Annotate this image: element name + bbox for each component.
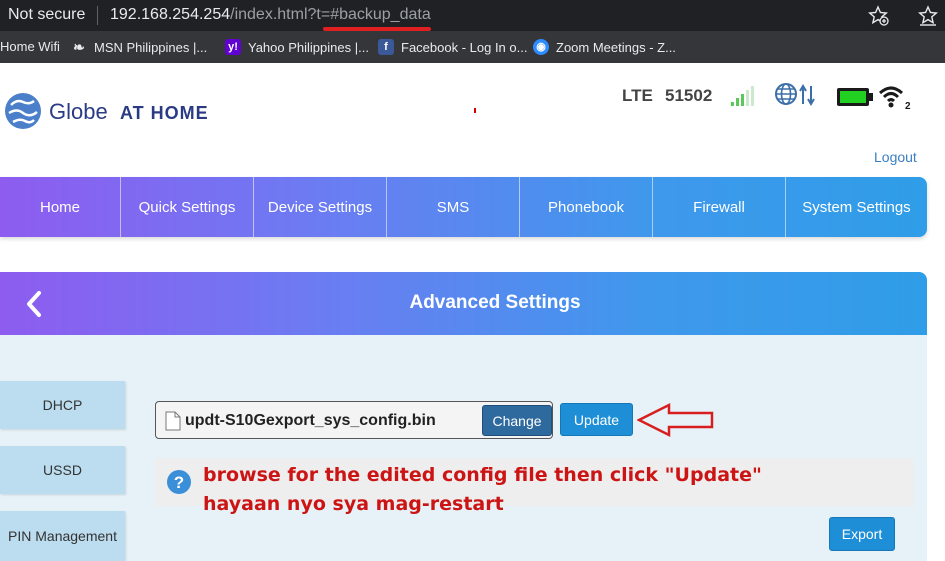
security-indicator[interactable]: Not secure [8,6,85,24]
side-item-pin-management[interactable]: PIN Management [0,511,125,561]
logout-link[interactable]: Logout [874,149,917,165]
nav-system-settings[interactable]: System Settings [786,177,927,237]
nav-home[interactable]: Home [0,177,121,237]
brand-globe-text: Globe [49,99,108,124]
url-hash: #backup_data [330,6,431,23]
bookmark-star-icon[interactable] [868,5,890,27]
reading-list-icon[interactable] [917,5,939,27]
advanced-settings-header: Advanced Settings [0,272,927,335]
zoom-icon: ◉ [533,39,549,55]
file-input[interactable]: updt-S10Gexport_sys_config.bin Change [155,401,553,439]
bookmark-label: Facebook - Log In o... [401,39,528,55]
bookmark-label: Zoom Meetings - Z... [556,39,676,55]
svg-text:?: ? [174,473,184,492]
red-mark [474,108,476,113]
network-type-label: LTE [622,86,653,105]
address-separator [97,6,98,25]
network-code-label: 51502 [665,86,713,105]
nav-firewall[interactable]: Firewall [653,177,786,237]
side-item-ussd[interactable]: USSD [0,446,125,494]
msn-icon: ❧ [73,39,85,55]
annotation-line-1: browse for the edited config file then c… [203,464,762,486]
bookmark-zoom[interactable]: ◉ Zoom Meetings - Z... [533,39,676,55]
bookmark-home-wifi[interactable]: Home Wifi [0,39,60,54]
nav-phonebook[interactable]: Phonebook [520,177,653,237]
wifi-icon: 2 [878,86,911,110]
bookmarks-bar: Home Wifi ❧ MSN Philippines |... y! Yaho… [0,31,945,63]
bookmark-facebook[interactable]: f Facebook - Log In o... [378,39,527,55]
main-nav: Home Quick Settings Device Settings SMS … [0,177,927,237]
facebook-icon: f [378,39,394,55]
url-path: /index.html?t= [230,6,331,23]
bookmark-label: Yahoo Philippines |... [248,39,369,55]
side-item-dhcp[interactable]: DHCP [0,381,125,429]
page-title: Advanced Settings [409,292,581,313]
url-field[interactable]: 192.168.254.254/index.html?t=#backup_dat… [110,6,431,24]
bookmark-msn[interactable]: ❧ MSN Philippines |... [71,39,207,55]
update-button[interactable]: Update [560,403,633,436]
internet-data-icon [775,83,815,106]
export-button[interactable]: Export [829,517,895,551]
nav-quick-settings[interactable]: Quick Settings [121,177,254,237]
url-host: 192.168.254.254 [110,6,231,23]
brand-athome-text: AT HOME [120,103,209,123]
signal-strength-icon [731,86,754,106]
wifi-client-count: 2 [905,101,911,110]
file-name: updt-S10Gexport_sys_config.bin [185,412,436,429]
nav-sms[interactable]: SMS [387,177,520,237]
bookmark-yahoo[interactable]: y! Yahoo Philippines |... [225,39,369,55]
battery-icon [837,88,873,106]
change-button[interactable]: Change [482,405,552,436]
yahoo-icon: y! [225,39,241,55]
bookmark-label: MSN Philippines |... [94,39,208,55]
file-icon [165,411,181,431]
bookmark-label: Home Wifi [0,39,60,54]
browser-address-bar: Not secure 192.168.254.254/index.html?t=… [0,0,945,31]
content-area [0,335,927,561]
globe-logo-icon [5,93,41,129]
annotation-arrow-icon [637,403,714,437]
annotation-line-2: hayaan nyo sya mag-restart [203,493,504,515]
nav-device-settings[interactable]: Device Settings [254,177,387,237]
help-icon: ? [167,470,191,494]
